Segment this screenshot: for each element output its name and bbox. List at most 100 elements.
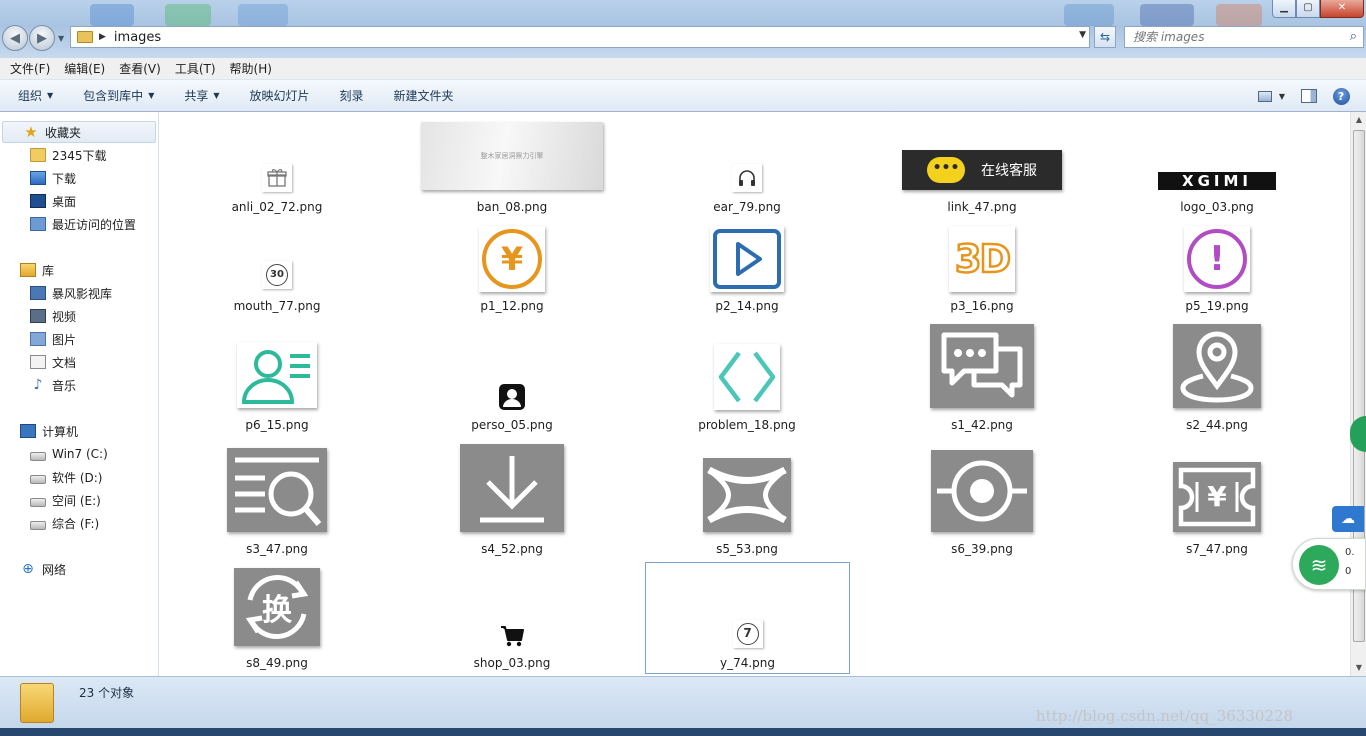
file-item[interactable]: XGIMI logo_03.png <box>1117 122 1317 218</box>
file-item[interactable]: anli_02_72.png <box>177 122 377 218</box>
background-blur <box>90 4 134 26</box>
sidebar-item-drive-f[interactable]: 综合 (F:) <box>0 512 99 534</box>
sidebar-item-recent-places[interactable]: 最近访问的位置 <box>0 213 136 235</box>
file-item[interactable]: 3D p3_16.png <box>882 224 1082 316</box>
file-name: p3_16.png <box>950 299 1014 313</box>
sidebar-item-2345-downloads[interactable]: 2345下载 <box>0 144 107 166</box>
address-dropdown-icon[interactable]: ▼ <box>1079 30 1086 40</box>
search-input[interactable] <box>1133 30 1333 44</box>
gift-icon <box>262 164 292 192</box>
menu-file[interactable]: 文件(F) <box>10 60 50 77</box>
exchange-character: 换 <box>262 593 292 628</box>
vertical-scrollbar[interactable]: ▲ ▼ <box>1350 112 1366 676</box>
share-button[interactable]: 共享 ▼ <box>184 87 219 104</box>
sidebar-item-music[interactable]: ♪ 音乐 <box>0 374 76 396</box>
menu-tools[interactable]: 工具(T) <box>175 60 216 77</box>
address-path[interactable]: images <box>114 30 161 45</box>
minimize-button[interactable]: ▁ <box>1272 0 1296 18</box>
menu-view[interactable]: 查看(V) <box>119 60 161 77</box>
close-button[interactable]: ✕ <box>1320 0 1364 18</box>
folder-icon <box>30 148 46 162</box>
file-name: s4_52.png <box>481 542 543 556</box>
file-item[interactable]: ••• 在线客服 link_47.png <box>882 122 1082 218</box>
item-count: 23 个对象 <box>79 686 135 700</box>
sidebar-item-downloads[interactable]: 下载 <box>0 167 76 189</box>
window-controls: ▁ ▢ ✕ <box>1272 0 1364 18</box>
sidebar-libraries[interactable]: 库 <box>0 259 54 281</box>
background-blur <box>238 4 288 26</box>
sidebar-item-drive-d[interactable]: 软件 (D:) <box>0 466 102 488</box>
file-item[interactable]: p6_15.png <box>177 322 377 436</box>
file-item[interactable]: ¥ p1_12.png <box>412 224 612 316</box>
file-item[interactable]: perso_05.png <box>412 322 612 436</box>
circle-number: 30 <box>266 264 288 286</box>
sidebar-network[interactable]: ⊕ 网络 <box>0 558 66 580</box>
preview-pane-icon <box>1301 89 1317 103</box>
sidebar-item-documents[interactable]: 文档 <box>0 351 76 373</box>
include-in-library-button[interactable]: 包含到库中 ▼ <box>83 87 154 104</box>
scroll-up-icon[interactable]: ▲ <box>1351 112 1366 128</box>
file-item[interactable]: s4_52.png <box>412 442 612 560</box>
menu-help[interactable]: 帮助(H) <box>230 60 272 77</box>
view-dropdown-icon[interactable]: ▼ <box>1276 85 1288 107</box>
wifi-widget[interactable]: ≋ 0. 0 <box>1292 538 1366 590</box>
preview-pane-button[interactable] <box>1298 85 1320 107</box>
file-item[interactable]: s6_39.png <box>882 442 1082 560</box>
sidebar-item-drive-e[interactable]: 空间 (E:) <box>0 489 101 511</box>
file-item[interactable]: ¥ s7_47.png <box>1117 442 1317 560</box>
file-item[interactable]: s5_53.png <box>647 442 847 560</box>
video-icon <box>30 309 46 323</box>
file-item[interactable]: ear_79.png <box>647 122 847 218</box>
file-name: p5_19.png <box>1185 299 1249 313</box>
sidebar-item-pictures[interactable]: 图片 <box>0 328 76 350</box>
file-item[interactable]: s3_47.png <box>177 442 377 560</box>
sidebar-item-label: 桌面 <box>52 194 77 209</box>
search-box[interactable]: ⌕ <box>1124 26 1364 48</box>
search-icon[interactable]: ⌕ <box>1350 29 1357 44</box>
address-bar[interactable]: ▶ images ▼ <box>70 26 1090 48</box>
file-name: s8_49.png <box>246 656 308 670</box>
shopping-cart-icon <box>498 622 526 650</box>
sidebar-item-videos[interactable]: 视频 <box>0 305 76 327</box>
file-name: ban_08.png <box>476 200 548 214</box>
yen-symbol: ¥ <box>482 229 542 289</box>
file-item[interactable]: s2_44.png <box>1117 322 1317 436</box>
cloud-sync-button[interactable]: ☁ <box>1332 506 1364 532</box>
change-view-button[interactable] <box>1254 85 1276 107</box>
help-button[interactable]: ? <box>1330 85 1352 107</box>
sidebar-favorites[interactable]: ★ 收藏夹 <box>2 121 156 143</box>
file-item[interactable]: ! p5_19.png <box>1117 224 1317 316</box>
recent-pages-dropdown[interactable]: ▼ <box>58 34 64 43</box>
circle-number: 7 <box>736 623 759 645</box>
file-item[interactable]: 换 s8_49.png <box>177 564 377 672</box>
wifi-speed-up: 0. <box>1345 547 1355 558</box>
menu-edit[interactable]: 编辑(E) <box>64 60 105 77</box>
scroll-down-icon[interactable]: ▼ <box>1351 660 1366 676</box>
new-folder-button[interactable]: 新建文件夹 <box>394 87 454 104</box>
chat-dots-bubble: ••• <box>927 157 965 183</box>
sidebar-item-label: 视频 <box>52 309 77 324</box>
breadcrumb-separator-icon[interactable]: ▶ <box>99 32 106 42</box>
back-button[interactable]: ◀ <box>2 25 28 51</box>
file-item[interactable]: problem_18.png <box>647 322 847 436</box>
sidebar-item-baofeng-library[interactable]: 暴风影视库 <box>0 282 112 304</box>
slideshow-button[interactable]: 放映幻灯片 <box>250 87 310 104</box>
sidebar-item-label: 下载 <box>52 171 77 186</box>
file-item[interactable]: 30 mouth_77.png <box>177 224 377 316</box>
sidebar-item-drive-c[interactable]: Win7 (C:) <box>0 443 108 465</box>
chevron-down-icon: ▼ <box>148 91 155 100</box>
file-item-selected[interactable]: 7 y_74.png <box>645 562 850 674</box>
file-item[interactable]: p2_14.png <box>647 224 847 316</box>
sidebar-computer[interactable]: 计算机 <box>0 420 78 442</box>
maximize-button[interactable]: ▢ <box>1296 0 1320 18</box>
file-item[interactable]: s1_42.png <box>882 322 1082 436</box>
file-name: s3_47.png <box>246 542 308 556</box>
burn-button[interactable]: 刻录 <box>340 87 364 104</box>
file-item[interactable]: 整木家居洞察力引擎 ban_08.png <box>412 122 612 218</box>
organize-button[interactable]: 组织 ▼ <box>18 87 53 104</box>
sidebar-item-desktop[interactable]: 桌面 <box>0 190 76 212</box>
library-icon <box>20 263 36 277</box>
forward-button[interactable]: ▶ <box>29 25 55 51</box>
file-item[interactable]: shop_03.png <box>412 564 612 672</box>
refresh-button[interactable]: ⇆ <box>1094 26 1116 48</box>
